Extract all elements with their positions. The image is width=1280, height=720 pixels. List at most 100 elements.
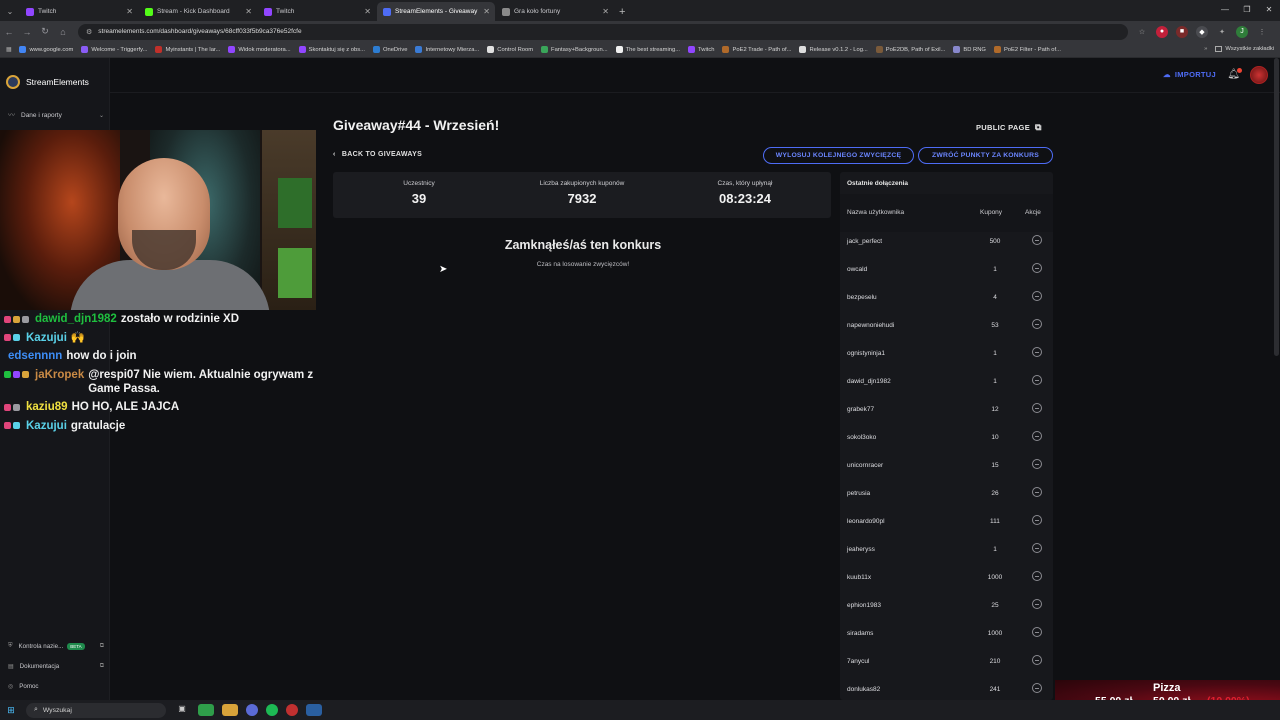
spotify-taskbar-icon[interactable]: [266, 704, 278, 716]
browser-tab[interactable]: Gra koło fortuny ✕: [496, 2, 614, 21]
sidebar-item-dokumentacja[interactable]: ▤ Dokumentacja ⧉: [8, 663, 104, 670]
remove-entry-icon[interactable]: [1032, 403, 1042, 413]
bookmark-item[interactable]: Release v0.1.2 - Log...: [799, 46, 868, 53]
notification-dot: [1237, 68, 1242, 73]
remove-entry-icon[interactable]: [1032, 543, 1042, 553]
bookmark-favicon-icon: [81, 46, 89, 53]
remove-entry-icon[interactable]: [1032, 627, 1042, 637]
steam-taskbar-icon[interactable]: [306, 704, 322, 716]
obs-taskbar-icon[interactable]: [286, 704, 298, 716]
page-scrollbar[interactable]: [1274, 58, 1279, 356]
sidebar-item-kontrola[interactable]: ⛨ Kontrola nazie... BETA ⧉: [8, 643, 104, 650]
menu-kebab-icon[interactable]: ⋮: [1256, 26, 1268, 38]
back-to-giveaways-link[interactable]: ‹ BACK TO GIVEAWAYS: [333, 151, 422, 158]
remove-entry-icon[interactable]: [1032, 487, 1042, 497]
discord-taskbar-icon[interactable]: [246, 704, 258, 716]
tab-close-icon[interactable]: ✕: [483, 7, 490, 16]
row-username: petrusia: [847, 490, 871, 497]
extension-icon-3[interactable]: ◆: [1196, 25, 1208, 38]
explorer-taskbar-icon[interactable]: [222, 704, 238, 716]
bookmark-favicon-icon: [298, 46, 306, 53]
bookmark-item[interactable]: Control Room: [487, 46, 533, 53]
extensions-puzzle-icon[interactable]: ✦: [1216, 26, 1228, 38]
bookmark-item[interactable]: The best streaming...: [615, 46, 680, 53]
bookmark-item[interactable]: Fantasy+Backgroun...: [541, 46, 608, 53]
browser-tab[interactable]: Twitch ✕: [258, 2, 376, 21]
brand-logo[interactable]: StreamElements: [6, 75, 89, 89]
webcam-door-glass-2: [278, 248, 312, 298]
sidebar-item-dane[interactable]: 〰 Dane i raporty ⌄: [8, 110, 104, 120]
tab-close-icon[interactable]: ✕: [364, 7, 371, 16]
remove-entry-icon[interactable]: [1032, 655, 1042, 665]
remove-entry-icon[interactable]: [1032, 459, 1042, 469]
reload-icon[interactable]: ↻: [36, 26, 54, 37]
bookmark-item[interactable]: OneDrive: [372, 46, 407, 53]
sidebar-item-pomoc[interactable]: ◎ Pomoc: [8, 683, 104, 690]
home-icon[interactable]: ⌂: [54, 27, 72, 37]
tab-close-icon[interactable]: ✕: [126, 7, 133, 16]
new-tab-icon[interactable]: +: [619, 2, 625, 21]
bookmark-item[interactable]: PoE2 Filter - Path of...: [993, 46, 1061, 53]
browser-tab[interactable]: StreamElements - Giveaway ✕: [377, 2, 495, 21]
browser-tab[interactable]: Stream - Kick Dashboard ✕: [139, 2, 257, 21]
remove-entry-icon[interactable]: [1032, 291, 1042, 301]
draw-winner-button[interactable]: WYLOSUJ KOLEJNEGO ZWYCIĘZCĘ: [763, 147, 914, 164]
bookmark-item[interactable]: Myinstants | The lar...: [155, 46, 220, 53]
remove-entry-icon[interactable]: [1032, 431, 1042, 441]
remove-entry-icon[interactable]: [1032, 375, 1042, 385]
site-info-icon[interactable]: ⚙: [86, 28, 92, 36]
bookmark-item[interactable]: PoE2 Trade - Path of...: [722, 46, 791, 53]
chevron-down-icon: ⌄: [98, 112, 104, 119]
tab-close-icon[interactable]: ✕: [602, 7, 609, 16]
bookmark-label: www.google.com: [29, 46, 74, 53]
extension-icon-2[interactable]: ■: [1176, 25, 1188, 38]
all-bookmarks[interactable]: » Wszystkie zakładki: [1204, 46, 1274, 52]
more-bookmarks-icon[interactable]: »: [1204, 46, 1207, 52]
chat-text: zostało w rodzinie XD: [120, 313, 240, 325]
extension-icon[interactable]: ●: [1156, 25, 1168, 38]
bookmark-favicon-icon: [19, 46, 27, 53]
remove-entry-icon[interactable]: [1032, 599, 1042, 609]
avatar[interactable]: [1250, 66, 1268, 84]
minimize-icon[interactable]: —: [1214, 0, 1236, 21]
recent-joins-panel: Ostatnie dołączenia Nazwa użytkownika Ku…: [840, 172, 1053, 700]
task-view-icon[interactable]: ▣: [174, 704, 190, 716]
remove-entry-icon[interactable]: [1032, 347, 1042, 357]
bookmark-item[interactable]: BD RNG: [953, 46, 986, 53]
taskbar-search-input[interactable]: ⌕ Wyszukaj: [26, 702, 166, 718]
back-arrow-icon[interactable]: ←: [0, 27, 18, 37]
apps-grid-icon[interactable]: ▦: [6, 47, 11, 53]
browser-tab[interactable]: Twitch ✕: [20, 2, 138, 21]
remove-entry-icon[interactable]: [1032, 571, 1042, 581]
profile-icon[interactable]: J: [1236, 25, 1248, 38]
bookmark-star-icon[interactable]: ☆: [1136, 26, 1148, 38]
bookmark-item[interactable]: www.google.com: [19, 46, 73, 53]
public-page-link[interactable]: PUBLIC PAGE ⧉: [976, 122, 1042, 133]
window-controls: — ❐ ✕: [1214, 0, 1280, 21]
close-window-icon[interactable]: ✕: [1258, 0, 1280, 21]
remove-entry-icon[interactable]: [1032, 263, 1042, 273]
bookmark-item[interactable]: Twitch: [688, 46, 714, 53]
refund-points-button[interactable]: ZWRÓĆ PUNKTY ZA KONKURS: [918, 147, 1053, 164]
maximize-icon[interactable]: ❐: [1236, 0, 1258, 21]
tab-close-icon[interactable]: ✕: [245, 7, 252, 16]
bookmark-item[interactable]: Skontaktuj się z obs...: [298, 46, 365, 53]
bookmark-item[interactable]: PoE2DB, Path of Exil...: [875, 46, 945, 53]
chat-text: how do i join: [66, 350, 137, 362]
remove-entry-icon[interactable]: [1032, 235, 1042, 245]
table-row: sokol3oko 10: [840, 424, 1053, 452]
remove-entry-icon[interactable]: [1032, 319, 1042, 329]
bookmark-item[interactable]: Welcome - Triggerfy...: [81, 46, 147, 53]
chat-username: dawid_djn1982: [35, 313, 117, 325]
bookmark-item[interactable]: Internetowy Mierza...: [415, 46, 479, 53]
address-bar[interactable]: ⚙ streamelements.com/dashboard/giveaways…: [78, 23, 1128, 40]
import-button[interactable]: ☁ IMPORTUJ: [1163, 70, 1216, 79]
bookmark-item[interactable]: Widok moderatora...: [228, 46, 291, 53]
chrome-taskbar-icon[interactable]: [198, 704, 214, 716]
table-row: ognistyninja1 1: [840, 340, 1053, 368]
forward-arrow-icon[interactable]: →: [18, 27, 36, 37]
tab-search-icon[interactable]: ⌄: [0, 2, 20, 21]
remove-entry-icon[interactable]: [1032, 683, 1042, 693]
remove-entry-icon[interactable]: [1032, 515, 1042, 525]
windows-start-icon[interactable]: ⊞: [0, 705, 22, 716]
